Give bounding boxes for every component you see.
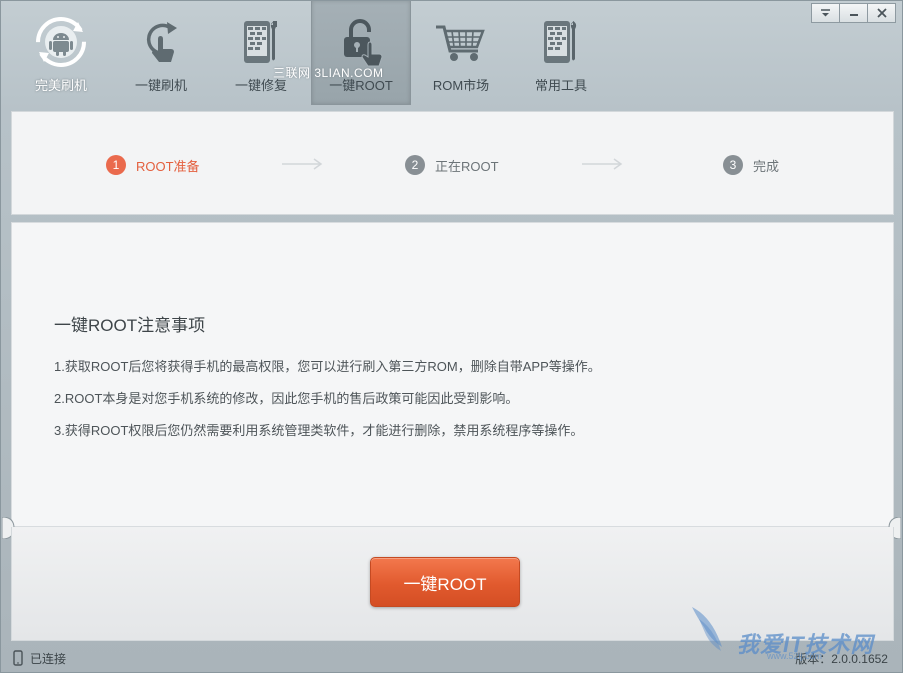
tool-rom-market[interactable]: ROM市场 <box>411 1 511 105</box>
status-bar: 已连接 版本：2.0.0.1652 <box>1 644 902 672</box>
connection-label: 已连接 <box>30 651 67 666</box>
phone-icon <box>13 650 23 666</box>
menu-button[interactable] <box>811 3 840 23</box>
overlay-watermark: 三联网 3LIAN.COM <box>273 66 384 80</box>
phone-wrench-icon <box>234 17 288 67</box>
tool-label: ROM市场 <box>432 78 490 93</box>
one-click-root-button[interactable]: 一键ROOT <box>370 557 520 607</box>
minimize-button[interactable] <box>839 3 868 23</box>
step-number: 3 <box>723 155 743 175</box>
notice-line: 1.获取ROOT后您将获得手机的最高权限，您可以进行刷入第三方ROM，删除自带A… <box>54 359 601 374</box>
menu-down-icon <box>821 9 830 17</box>
notice-title: 一键ROOT注意事项 <box>54 316 206 335</box>
notice-line: 2.ROOT本身是对您手机系统的修改，因此您手机的售后政策可能因此受到影响。 <box>54 391 519 406</box>
step-prepare: 1 ROOT准备 <box>106 155 200 175</box>
step-number: 1 <box>106 155 126 175</box>
tool-one-click-root[interactable]: 一键ROOT <box>311 1 411 105</box>
arrow-right-icon <box>582 158 623 170</box>
app-window: 完美刷机 一键刷机 一键修复 一键ROOT ROM市场 常用工具 三联网 3LI… <box>0 0 903 673</box>
tool-label: 常用工具 <box>534 78 587 93</box>
android-refresh-icon <box>34 17 88 67</box>
tool-label: 一键刷机 <box>134 78 187 93</box>
tool-one-click-flash[interactable]: 一键刷机 <box>111 1 211 105</box>
window-controls <box>811 3 896 23</box>
connection-status: 已连接 <box>13 650 66 667</box>
arrow-right-icon <box>282 158 323 170</box>
step-number: 2 <box>405 155 425 175</box>
unlock-touch-icon <box>334 17 388 67</box>
shopping-cart-icon <box>434 17 488 67</box>
close-button[interactable] <box>867 3 896 23</box>
tool-label: 完美刷机 <box>34 78 87 93</box>
step-complete: 3 完成 <box>723 155 779 175</box>
step-label: 完成 <box>753 158 780 174</box>
tool-common-tools[interactable]: 常用工具 <box>511 1 611 105</box>
main-toolbar: 完美刷机 一键刷机 一键修复 一键ROOT ROM市场 常用工具 <box>11 1 611 105</box>
step-label: ROOT准备 <box>136 158 200 174</box>
tool-perfect-flash[interactable]: 完美刷机 <box>11 1 111 105</box>
tool-one-click-repair[interactable]: 一键修复 <box>211 1 311 105</box>
close-icon <box>876 8 887 18</box>
root-notice-panel: 一键ROOT注意事项 1.获取ROOT后您将获得手机的最高权限，您可以进行刷入第… <box>11 222 894 527</box>
touch-refresh-icon <box>134 17 188 67</box>
root-steps-panel: 1 ROOT准备 2 正在ROOT 3 完成 <box>11 111 894 215</box>
notice-line: 3.获得ROOT权限后您仍然需要利用系统管理类软件，才能进行删除，禁用系统程序等… <box>54 423 584 438</box>
minimize-icon <box>849 14 858 16</box>
action-area: 一键ROOT <box>11 527 894 641</box>
step-label: 正在ROOT <box>435 158 499 174</box>
phone-tools-icon <box>534 17 588 67</box>
version-label: 版本：2.0.0.1652 <box>795 652 888 666</box>
step-rooting: 2 正在ROOT <box>405 155 499 175</box>
